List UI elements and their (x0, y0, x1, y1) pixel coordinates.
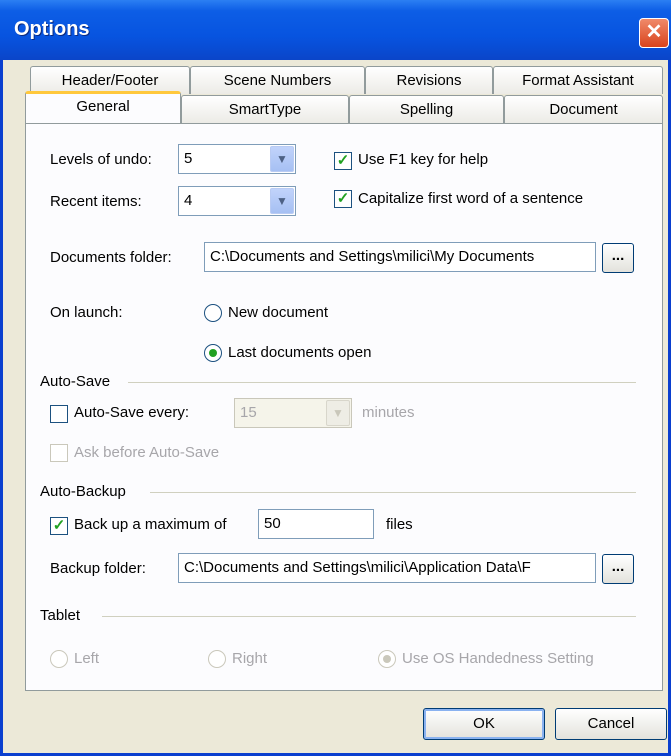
tab-scene-numbers[interactable]: Scene Numbers (190, 66, 365, 94)
autobackup-divider (150, 492, 636, 493)
tablet-left-radio[interactable] (50, 650, 68, 668)
tablet-os-radio[interactable] (378, 650, 396, 668)
backup-max-label: Back up a maximum of (74, 516, 227, 533)
levels-of-undo-value: 5 (184, 150, 193, 167)
new-document-radio[interactable] (204, 304, 222, 322)
autosave-interval-value: 15 (240, 404, 257, 421)
ask-before-autosave-checkbox[interactable] (50, 444, 68, 462)
autosave-heading: Auto-Save (40, 373, 111, 390)
backup-max-checkbox[interactable]: ✓ (50, 517, 68, 535)
levels-of-undo-select[interactable]: 5 ▼ (178, 144, 296, 174)
checkmark-icon: ✓ (336, 190, 350, 207)
title-bar[interactable]: Options ✕ (0, 0, 671, 60)
autosave-divider (128, 382, 636, 383)
tab-document[interactable]: Document (504, 95, 663, 123)
use-f1-label: Use F1 key for help (358, 151, 489, 168)
browse-documents-button[interactable]: ... (602, 243, 634, 273)
autosave-unit-label: minutes (362, 404, 415, 421)
tab-smarttype[interactable]: SmartType (181, 95, 349, 123)
ok-button[interactable]: OK (423, 708, 545, 740)
capitalize-label: Capitalize first word of a sentence (358, 190, 584, 207)
tablet-left-label: Left (74, 650, 100, 667)
tablet-divider (102, 616, 636, 617)
autosave-interval-select[interactable]: 15 ▼ (234, 398, 352, 428)
tab-general[interactable]: General (25, 91, 181, 123)
window-title: Options (14, 18, 90, 40)
general-panel: Levels of undo: 5 ▼ Recent items: 4 ▼ ✓ … (25, 123, 663, 691)
backup-max-input[interactable]: 50 (258, 509, 374, 539)
chevron-down-icon[interactable]: ▼ (326, 400, 350, 426)
on-launch-label: On launch: (50, 304, 123, 321)
checkmark-icon: ✓ (52, 517, 66, 534)
capitalize-checkbox[interactable]: ✓ (334, 190, 352, 208)
autobackup-heading: Auto-Backup (40, 483, 126, 500)
close-button[interactable]: ✕ (639, 18, 669, 48)
options-dialog: Options ✕ Header/Footer Scene Numbers Re… (0, 0, 671, 756)
chevron-down-icon[interactable]: ▼ (270, 188, 294, 214)
autosave-every-label: Auto-Save every: (74, 404, 190, 421)
last-documents-label: Last documents open (228, 344, 372, 361)
autosave-checkbox[interactable] (50, 405, 68, 423)
recent-items-label: Recent items: (50, 193, 142, 210)
close-icon: ✕ (645, 21, 663, 43)
documents-folder-label: Documents folder: (50, 249, 172, 266)
tab-spelling[interactable]: Spelling (349, 95, 504, 123)
tab-format-assistant[interactable]: Format Assistant (493, 66, 663, 94)
cancel-button[interactable]: Cancel (555, 708, 667, 740)
checkmark-icon: ✓ (336, 152, 350, 169)
recent-items-value: 4 (184, 192, 193, 209)
ask-before-autosave-label: Ask before Auto-Save (74, 444, 220, 461)
tab-header-footer[interactable]: Header/Footer (30, 66, 190, 94)
backup-folder-input[interactable]: C:\Documents and Settings\milici\Applica… (178, 553, 596, 583)
documents-folder-input[interactable]: C:\Documents and Settings\milici\My Docu… (204, 242, 596, 272)
backup-unit-label: files (386, 516, 413, 533)
browse-backup-button[interactable]: ... (602, 554, 634, 584)
new-document-label: New document (228, 304, 329, 321)
use-f1-checkbox[interactable]: ✓ (334, 152, 352, 170)
tablet-os-label: Use OS Handedness Setting (402, 650, 594, 667)
tablet-right-radio[interactable] (208, 650, 226, 668)
levels-of-undo-label: Levels of undo: (50, 151, 152, 168)
backup-folder-label: Backup folder: (50, 560, 146, 577)
tablet-right-label: Right (232, 650, 268, 667)
last-documents-radio[interactable] (204, 344, 222, 362)
recent-items-select[interactable]: 4 ▼ (178, 186, 296, 216)
tablet-heading: Tablet (40, 607, 81, 624)
tab-revisions[interactable]: Revisions (365, 66, 493, 94)
chevron-down-icon[interactable]: ▼ (270, 146, 294, 172)
